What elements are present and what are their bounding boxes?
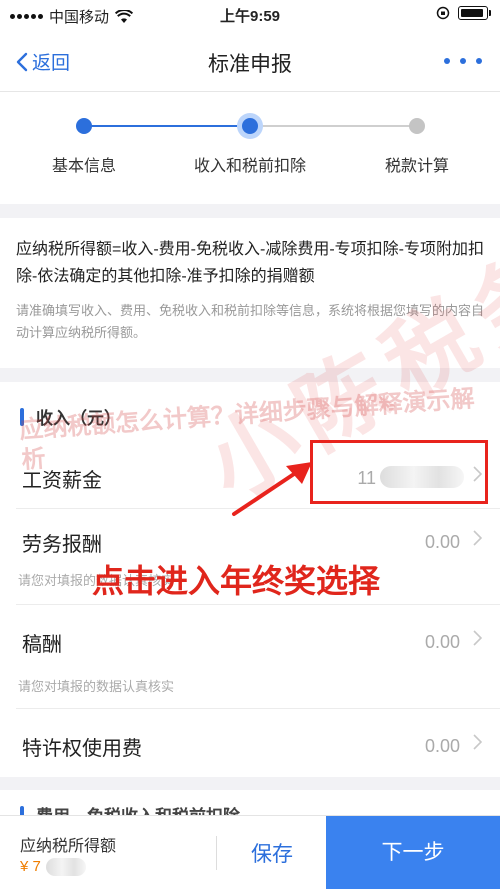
progress-steps: 基本信息 收入和税前扣除 税款计算 <box>0 92 500 204</box>
next-step-button[interactable]: 下一步 <box>326 816 500 889</box>
income-row-franchise[interactable]: 特许权使用费 0.00 <box>0 714 500 774</box>
status-time: 上午9:59 <box>219 8 281 25</box>
page-title: 标准申报 <box>208 53 292 76</box>
step-dot-tax-calc <box>409 118 425 134</box>
chevron-right-icon <box>473 530 482 546</box>
status-right <box>436 6 491 20</box>
income-value-royalty: 0.00 <box>424 632 460 652</box>
annotation-text: 点击进入年终奖选择 <box>92 563 381 599</box>
income-label-franchise: 特许权使用费 <box>22 738 142 760</box>
step-line-done <box>84 125 250 127</box>
status-bar: 中国移动 上午9:59 <box>0 0 500 30</box>
row-divider <box>16 708 500 709</box>
step-line-pending <box>250 125 416 127</box>
step-label-basic-info: 基本信息 <box>51 158 116 175</box>
more-menu-icon[interactable] <box>444 58 482 64</box>
income-row-royalty[interactable]: 稿酬 0.00 <box>0 610 500 670</box>
step-dot-basic-info <box>76 118 92 134</box>
step-label-income: 收入和税前扣除 <box>193 158 306 175</box>
save-button[interactable]: 保存 <box>218 838 326 868</box>
income-hint-royalty: 请您对填报的数据认真核实 <box>18 679 175 694</box>
taxable-income-amount: ¥ 7 <box>20 858 41 875</box>
bottom-bar: 应纳税所得额 ¥ 7 保存 下一步 <box>0 815 500 889</box>
orientation-lock-icon <box>436 6 450 20</box>
income-label-labor: 劳务报酬 <box>22 534 102 556</box>
income-label-royalty: 稿酬 <box>22 634 62 656</box>
step-dot-income-inner <box>242 118 258 134</box>
battery-icon <box>458 6 491 20</box>
masked-amount <box>46 858 86 876</box>
chevron-right-icon <box>473 734 482 750</box>
chevron-right-icon <box>473 630 482 646</box>
annotation-highlight-box <box>310 440 488 504</box>
income-value-franchise: 0.00 <box>424 736 460 756</box>
nav-bar: 返回 标准申报 <box>0 30 500 92</box>
step-label-tax-calc: 税款计算 <box>384 158 449 175</box>
annotation-arrow-icon <box>232 462 312 516</box>
row-divider <box>16 604 500 605</box>
taxable-income-label: 应纳税所得额 <box>20 838 117 855</box>
income-value-labor: 0.00 <box>424 532 460 552</box>
bar-divider <box>216 836 217 870</box>
